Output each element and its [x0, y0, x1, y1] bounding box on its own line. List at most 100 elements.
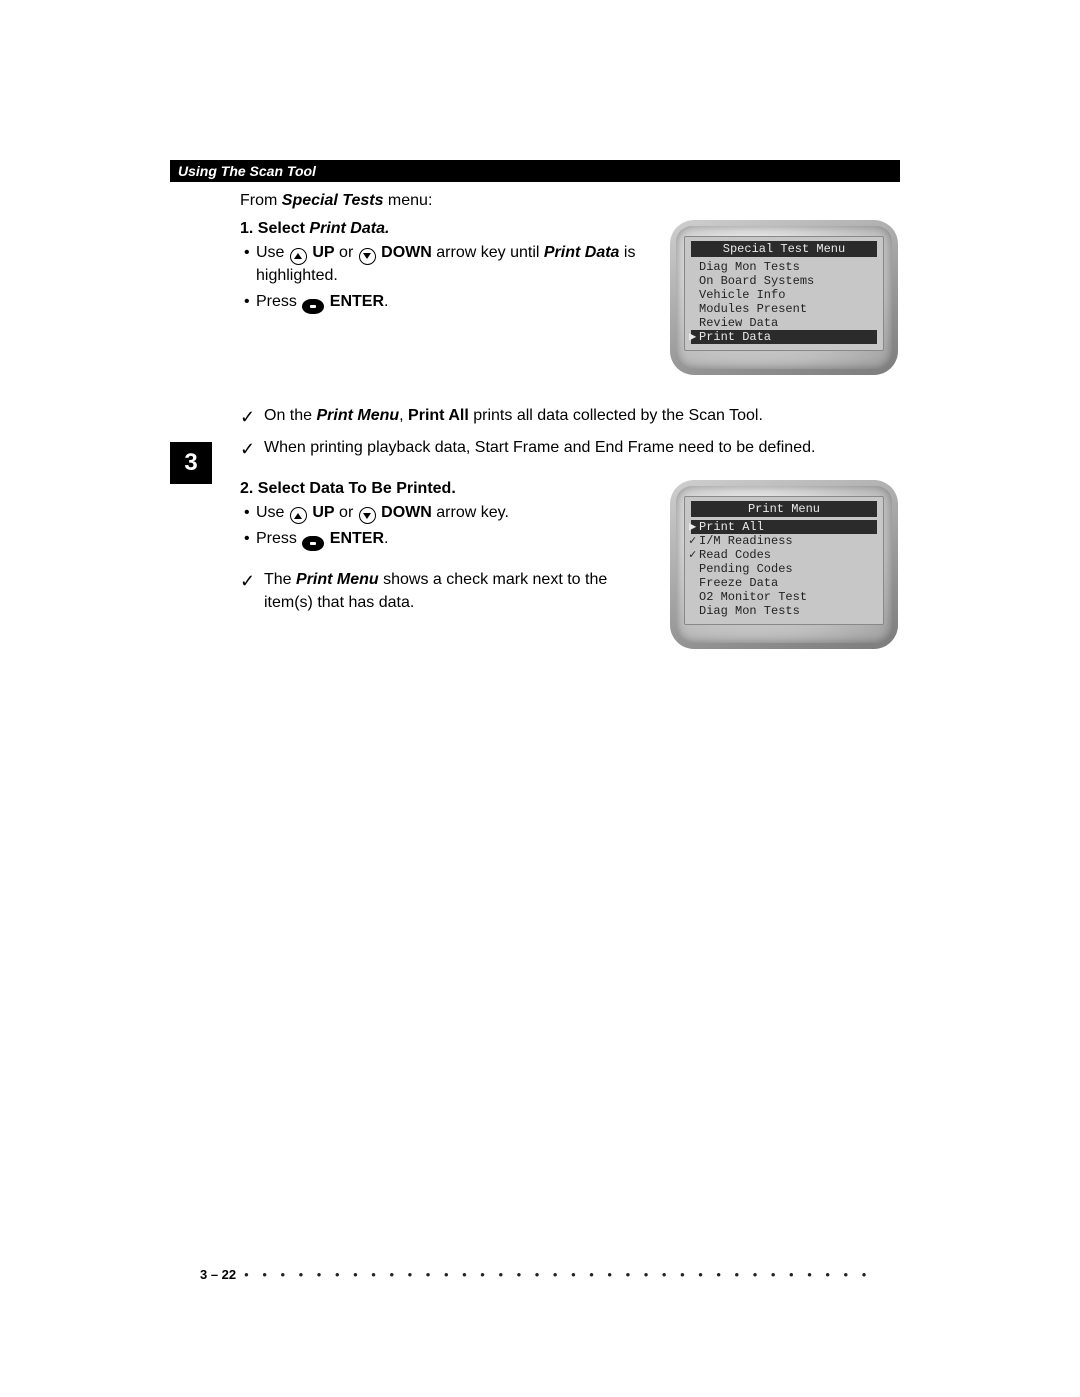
down-arrow-icon	[359, 248, 376, 265]
step-1-label-plain: Select	[258, 220, 310, 237]
t: or	[339, 504, 358, 521]
device-1-inner: Special Test Menu Diag Mon Tests On Boar…	[676, 226, 892, 369]
l: Vehicle Info	[699, 288, 785, 302]
check-icon: ✓	[689, 548, 696, 562]
l: Freeze Data	[699, 576, 778, 590]
l: Modules Present	[699, 302, 807, 316]
screen-2: Print Menu ▶Print All ✓I/M Readiness ✓Re…	[684, 496, 884, 625]
up-arrow-icon	[290, 248, 307, 265]
l: Pending Codes	[699, 562, 793, 576]
t: The	[264, 571, 296, 588]
screen2-line-3: Pending Codes	[685, 562, 883, 576]
t: Use	[256, 504, 289, 521]
step-1-row: 1. Select Print Data. Use UP or DOWN arr…	[240, 220, 900, 375]
t: prints all data collected by the Scan To…	[469, 407, 763, 424]
l: O2 Monitor Test	[699, 590, 807, 604]
step-2-row: 2. Select Data To Be Printed. Use UP or …	[240, 480, 900, 649]
cursor-icon: ▶	[689, 330, 696, 344]
l: I/M Readiness	[699, 534, 793, 548]
step-2-number: 2.	[240, 480, 253, 497]
down-label: DOWN	[381, 244, 432, 261]
t: On the	[264, 407, 316, 424]
t: or	[339, 244, 358, 261]
step-1-sub-1: Use UP or DOWN arrow key until Print Dat…	[256, 242, 652, 287]
l: Diag Mon Tests	[699, 260, 800, 274]
screen1-line-0: Diag Mon Tests	[685, 260, 883, 274]
intro-menu-name: Special Tests	[282, 192, 384, 209]
l: Print All	[699, 520, 764, 534]
down-label: DOWN	[381, 504, 432, 521]
screen2-line-2: ✓Read Codes	[685, 548, 883, 562]
chapter-tab: 3	[170, 442, 212, 484]
screen-2-title: Print Menu	[691, 501, 877, 517]
device-1-wrap: Special Test Menu Diag Mon Tests On Boar…	[670, 220, 900, 375]
b: Print All	[408, 407, 469, 424]
enter-icon	[302, 299, 324, 314]
step-2: 2. Select Data To Be Printed. Use UP or …	[240, 480, 652, 552]
step-2-text: 2. Select Data To Be Printed. Use UP or …	[240, 480, 670, 624]
step-1-sub-2: Press ENTER.	[256, 291, 652, 314]
note-3: The Print Menu shows a check mark next t…	[240, 569, 652, 614]
footer-dots: • • • • • • • • • • • • • • • • • • • • …	[244, 1267, 880, 1282]
screen-1: Special Test Menu Diag Mon Tests On Boar…	[684, 236, 884, 351]
t: Press	[256, 530, 301, 547]
device-2: Print Menu ▶Print All ✓I/M Readiness ✓Re…	[670, 480, 898, 649]
t: .	[384, 530, 388, 547]
step-2-sub-1: Use UP or DOWN arrow key.	[256, 502, 652, 525]
intro-pre: From	[240, 192, 282, 209]
down-arrow-icon	[359, 507, 376, 524]
up-label: UP	[312, 244, 334, 261]
step-1: 1. Select Print Data. Use UP or DOWN arr…	[240, 220, 652, 314]
screen1-line-3: Modules Present	[685, 302, 883, 316]
enter-label: ENTER	[330, 530, 384, 547]
screen1-line-5: ▶Print Data	[691, 330, 877, 344]
screen2-line-4: Freeze Data	[685, 576, 883, 590]
t: arrow key until	[436, 244, 544, 261]
enter-label: ENTER	[330, 293, 384, 310]
screen2-line-5: O2 Monitor Test	[685, 590, 883, 604]
screen1-line-4: Review Data	[685, 316, 883, 330]
intro-post: menu:	[383, 192, 432, 209]
t: ,	[399, 407, 408, 424]
screen1-line-2: Vehicle Info	[685, 288, 883, 302]
page-number: 3 – 22	[200, 1267, 236, 1282]
t: .	[384, 293, 388, 310]
up-label: UP	[312, 504, 334, 521]
device-2-wrap: Print Menu ▶Print All ✓I/M Readiness ✓Re…	[670, 480, 900, 649]
step-2-label: Select Data To Be Printed.	[258, 480, 456, 497]
target-name: Print Data	[544, 244, 620, 261]
step-1-label-italic: Print Data.	[309, 220, 389, 237]
l: On Board Systems	[699, 274, 814, 288]
l: Review Data	[699, 316, 778, 330]
t: When printing playback data, Start Frame…	[264, 439, 815, 456]
t: Use	[256, 244, 289, 261]
device-1: Special Test Menu Diag Mon Tests On Boar…	[670, 220, 898, 375]
screen2-line-1: ✓I/M Readiness	[685, 534, 883, 548]
check-icon: ✓	[689, 534, 696, 548]
l: Diag Mon Tests	[699, 604, 800, 618]
b: Print Menu	[296, 571, 379, 588]
enter-icon	[302, 536, 324, 551]
screen2-line-0: ▶Print All	[691, 520, 877, 534]
up-arrow-icon	[290, 507, 307, 524]
section-header: Using The Scan Tool	[170, 160, 900, 182]
note-2: When printing playback data, Start Frame…	[240, 437, 900, 459]
screen2-line-6: Diag Mon Tests	[685, 604, 883, 618]
page: Using The Scan Tool 3 From Special Tests…	[0, 0, 1080, 1397]
intro-line: From Special Tests menu:	[240, 192, 900, 210]
l: Read Codes	[699, 548, 771, 562]
l: Print Data	[699, 330, 771, 344]
cursor-icon: ▶	[689, 520, 696, 534]
content-area: From Special Tests menu: 1. Select Print…	[240, 192, 900, 649]
screen1-line-1: On Board Systems	[685, 274, 883, 288]
screen-1-title: Special Test Menu	[691, 241, 877, 257]
t: Press	[256, 293, 301, 310]
step-2-sub-2: Press ENTER.	[256, 528, 652, 551]
footer: 3 – 22 • • • • • • • • • • • • • • • • •…	[200, 1267, 880, 1282]
device-2-inner: Print Menu ▶Print All ✓I/M Readiness ✓Re…	[676, 486, 892, 643]
note-1: On the Print Menu, Print All prints all …	[240, 405, 900, 427]
t: arrow key.	[436, 504, 509, 521]
step-1-number: 1.	[240, 220, 253, 237]
b: Print Menu	[316, 407, 399, 424]
step-1-text: 1. Select Print Data. Use UP or DOWN arr…	[240, 220, 670, 320]
